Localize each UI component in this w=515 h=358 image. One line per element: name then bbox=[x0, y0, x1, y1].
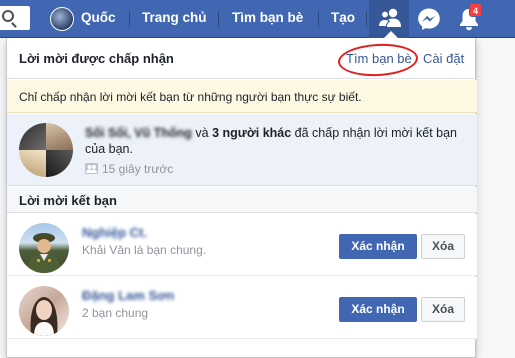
search-icon bbox=[2, 10, 14, 22]
nav-home[interactable]: Trang chủ bbox=[142, 0, 207, 38]
friend-requests-section-header: Lời mời kết bạn bbox=[7, 187, 477, 213]
nav-divider bbox=[366, 11, 367, 27]
dropdown-caret bbox=[384, 31, 398, 38]
mosaic-photo bbox=[46, 123, 73, 150]
notification-count-badge: 4 bbox=[469, 3, 483, 17]
accepted-requests-title: Lời mời được chấp nhận bbox=[19, 51, 174, 66]
confirm-button[interactable]: Xác nhận bbox=[339, 297, 417, 322]
page-background-right bbox=[477, 38, 515, 358]
accepted-timestamp: 15 giây trước bbox=[85, 162, 173, 176]
friend-requests-title: Lời mời kết bạn bbox=[19, 193, 117, 208]
search-button[interactable] bbox=[0, 6, 30, 30]
friends-icon bbox=[378, 8, 401, 27]
accepted-and: và bbox=[195, 126, 209, 140]
request-avatar-illustration bbox=[27, 233, 61, 273]
friend-request-item: Nghiệp Ct. Khải Văn là bạn chung. Xác nh… bbox=[7, 214, 477, 276]
nav-divider bbox=[129, 11, 130, 27]
request-avatar[interactable] bbox=[19, 223, 69, 273]
friends-photo-mosaic bbox=[19, 123, 73, 177]
top-navigation-bar: Quốc Trang chủ Tìm bạn bè Tạo 4 bbox=[0, 0, 515, 38]
accepted-names: Sối Sối, Vũ Thống bbox=[85, 126, 192, 140]
confirm-button[interactable]: Xác nhận bbox=[339, 234, 417, 259]
request-name[interactable]: Đặng Lam Sơn bbox=[82, 288, 174, 303]
mosaic-photo bbox=[46, 150, 73, 177]
dropdown-header: Lời mời được chấp nhận Tìm bạn bè · Cài … bbox=[7, 38, 477, 79]
nav-divider bbox=[318, 11, 319, 27]
request-avatar[interactable] bbox=[19, 286, 69, 336]
nav-divider bbox=[218, 11, 219, 27]
notifications-button[interactable]: 4 bbox=[450, 0, 490, 38]
nav-profile-name[interactable]: Quốc bbox=[81, 0, 116, 38]
safety-notice: Chỉ chấp nhận lời mời kết bạn từ những n… bbox=[7, 80, 477, 113]
mosaic-photo bbox=[19, 150, 46, 177]
profile-avatar[interactable] bbox=[50, 7, 74, 31]
delete-button[interactable]: Xóa bbox=[421, 234, 465, 259]
accepted-notification[interactable]: Sối Sối, Vũ Thống và 3 người khác đã chấ… bbox=[7, 114, 477, 186]
nav-create[interactable]: Tạo bbox=[331, 0, 355, 38]
messenger-button[interactable] bbox=[409, 0, 449, 38]
delete-button[interactable]: Xóa bbox=[421, 297, 465, 322]
request-mutual-friends[interactable]: 2 bạn chung bbox=[82, 306, 148, 320]
accepted-time-text: 15 giây trước bbox=[102, 162, 174, 176]
friend-requests-dropdown: Lời mời được chấp nhận Tìm bạn bè · Cài … bbox=[6, 38, 477, 358]
annotation-red-circle bbox=[337, 41, 419, 79]
request-avatar-illustration bbox=[30, 297, 58, 336]
settings-link[interactable]: Cài đặt bbox=[423, 51, 464, 66]
request-name[interactable]: Nghiệp Ct. bbox=[82, 225, 147, 240]
friends-small-icon bbox=[85, 163, 98, 174]
messenger-icon bbox=[418, 8, 440, 30]
request-mutual-friends[interactable]: Khải Văn là bạn chung. bbox=[82, 243, 206, 257]
mosaic-photo bbox=[19, 123, 46, 150]
accepted-message: Sối Sối, Vũ Thống và 3 người khác đã chấ… bbox=[85, 125, 465, 157]
nav-find-friends[interactable]: Tìm bạn bè bbox=[232, 0, 303, 38]
friend-request-item: Đặng Lam Sơn 2 bạn chung Xác nhận Xóa bbox=[7, 277, 477, 339]
accepted-others: 3 người khác bbox=[212, 126, 292, 140]
